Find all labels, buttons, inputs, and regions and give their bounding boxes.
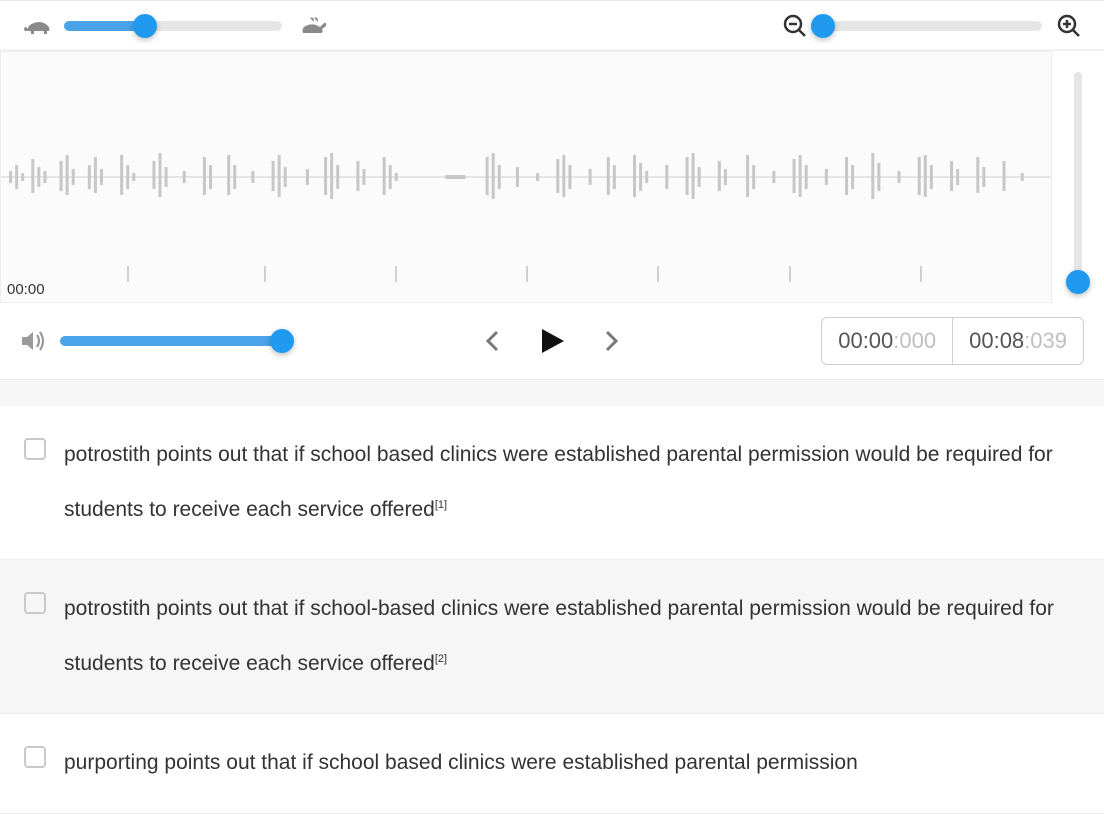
result-row[interactable]: purporting points out that if school bas…: [0, 714, 1104, 814]
waveform-svg: [1, 147, 1051, 207]
amplitude-slider-column: [1052, 51, 1104, 303]
zoom-slider[interactable]: [816, 21, 1042, 31]
time-total-ms: :039: [1024, 328, 1067, 353]
time-total: 00:08:039: [952, 317, 1084, 365]
rabbit-icon: [296, 13, 330, 39]
play-button[interactable]: [538, 326, 566, 356]
result-checkbox[interactable]: [24, 592, 46, 614]
separator-strip: [0, 380, 1104, 406]
top-controls-bar: [0, 0, 1104, 50]
zoom-in-icon[interactable]: [1056, 13, 1082, 39]
result-checkbox[interactable]: [24, 746, 46, 768]
time-readout: 00:00:000 00:08:039: [821, 317, 1084, 365]
playback-controls: 00:00:000 00:08:039: [0, 303, 1104, 380]
playback-speed-slider[interactable]: [64, 21, 282, 31]
turtle-icon: [22, 14, 56, 38]
amplitude-slider[interactable]: [1074, 72, 1082, 282]
previous-button[interactable]: [482, 328, 504, 354]
next-button[interactable]: [600, 328, 622, 354]
time-total-main: 00:08: [969, 328, 1024, 353]
result-checkbox[interactable]: [24, 438, 46, 460]
time-current-main: 00:00: [838, 328, 893, 353]
results-list: potrostith points out that if school bas…: [0, 406, 1104, 814]
result-text: potrostith points out that if school-bas…: [64, 582, 1080, 691]
waveform-time-label: 00:00: [7, 281, 45, 298]
zoom-out-icon[interactable]: [782, 13, 808, 39]
result-row[interactable]: potrostith points out that if school-bas…: [0, 560, 1104, 714]
result-text: purporting points out that if school bas…: [64, 736, 1080, 791]
volume-icon[interactable]: [18, 326, 48, 356]
waveform-panel: 00:00: [0, 50, 1104, 303]
time-current[interactable]: 00:00:000: [821, 317, 953, 365]
result-row[interactable]: potrostith points out that if school bas…: [0, 406, 1104, 560]
waveform-display[interactable]: 00:00: [0, 51, 1052, 303]
result-text: potrostith points out that if school bas…: [64, 428, 1080, 537]
volume-slider[interactable]: [60, 336, 282, 346]
time-current-ms: :000: [893, 328, 936, 353]
